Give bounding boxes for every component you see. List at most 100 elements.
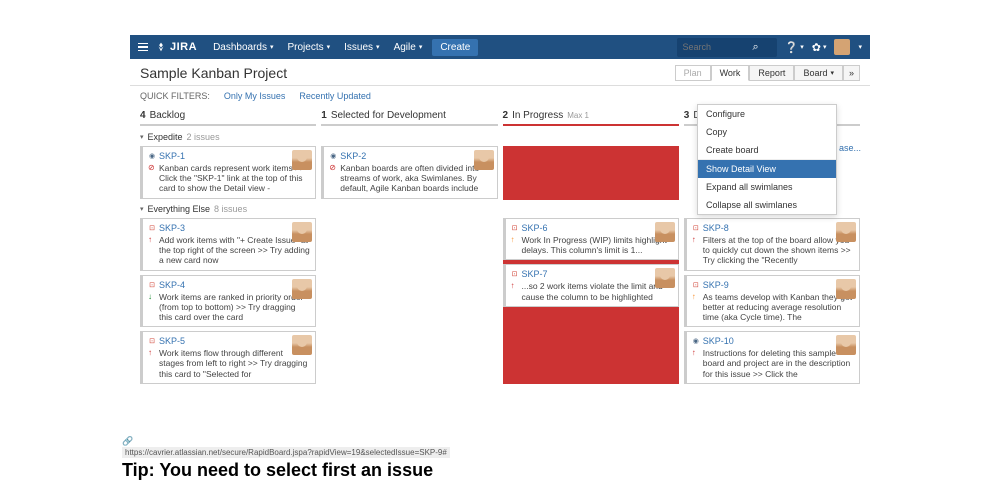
bug-icon: ⊡ xyxy=(692,224,700,232)
card-summary: Work items flow through different stages… xyxy=(159,348,310,379)
kanban-card[interactable]: ⊡ SKP-4 ↓ Work items are ranked in prior… xyxy=(140,275,316,328)
swimlane-count: 2 issues xyxy=(187,132,220,142)
swimlane-column[interactable]: ⊡ SKP-3 ↑ Add work items with "+ Create … xyxy=(140,218,316,384)
nav-item-issues[interactable]: Issues▾ xyxy=(338,38,385,57)
jira-logo[interactable]: JIRA xyxy=(156,41,197,53)
assignee-avatar[interactable] xyxy=(655,222,675,242)
column-count: 3 xyxy=(684,110,690,121)
card-key[interactable]: SKP-7 xyxy=(522,269,548,279)
status-url: https://cavrier.atlassian.net/secure/Rap… xyxy=(122,447,450,458)
card-key[interactable]: SKP-1 xyxy=(159,151,185,161)
column-name: In Progress xyxy=(512,110,563,121)
user-caret[interactable]: ▾ xyxy=(858,43,862,51)
bug-icon: ⊡ xyxy=(511,270,519,278)
expand-button[interactable]: » xyxy=(843,65,860,81)
swimlane-column[interactable]: ◉ SKP-1 ⊘ Kanban cards represent work it… xyxy=(140,146,316,200)
swimlane-count: 8 issues xyxy=(214,204,247,214)
collapse-icon: ▾ xyxy=(140,205,144,213)
column-header: 2In ProgressMax 1 xyxy=(503,110,679,126)
filter-only-my-issues[interactable]: Only My Issues xyxy=(224,91,286,101)
kanban-card[interactable]: ◉ SKP-1 ⊘ Kanban cards represent work it… xyxy=(140,146,316,199)
swimlane-name: Expedite xyxy=(148,132,183,142)
kanban-card[interactable]: ⊡ SKP-3 ↑ Add work items with "+ Create … xyxy=(140,218,316,271)
kanban-card[interactable]: ⊡ SKP-8 ↑ Filters at the top of the boar… xyxy=(684,218,860,271)
nav-item-projects[interactable]: Projects▾ xyxy=(282,38,337,57)
card-key[interactable]: SKP-4 xyxy=(159,280,185,290)
card-summary: Kanban cards represent work items >> Cli… xyxy=(159,163,310,194)
card-key[interactable]: SKP-3 xyxy=(159,223,185,233)
assignee-avatar[interactable] xyxy=(292,150,312,170)
column-name: Backlog xyxy=(150,110,186,121)
story-icon: ◉ xyxy=(329,152,337,160)
column-count: 4 xyxy=(140,110,146,121)
nav-item-agile[interactable]: Agile▾ xyxy=(388,38,429,57)
search-icon[interactable]: ⌕ xyxy=(753,41,759,54)
card-summary: Kanban boards are often divided into str… xyxy=(340,163,491,194)
column-name: Selected for Development xyxy=(331,110,446,121)
card-key[interactable]: SKP-2 xyxy=(340,151,366,161)
assignee-avatar[interactable] xyxy=(292,279,312,299)
menu-item[interactable]: Collapse all swimlanes xyxy=(698,196,836,214)
gear-icon[interactable]: ✿ ▾ xyxy=(812,41,827,54)
swimlane-column[interactable] xyxy=(321,218,497,384)
assignee-avatar[interactable] xyxy=(655,268,675,288)
collapse-icon: ▾ xyxy=(140,133,144,141)
priority-icon: ↑ xyxy=(511,235,519,244)
priority-icon: ↑ xyxy=(692,348,700,357)
user-avatar[interactable] xyxy=(834,39,850,55)
tip-text: Tip: You need to select first an issue xyxy=(122,460,450,481)
assignee-avatar[interactable] xyxy=(836,222,856,242)
chevron-down-icon: ▾ xyxy=(830,69,834,77)
card-key[interactable]: SKP-5 xyxy=(159,336,185,346)
tab-board[interactable]: Board▾ xyxy=(794,65,843,81)
quick-filters-label: QUICK FILTERS: xyxy=(140,91,210,101)
nav-label: Projects xyxy=(288,42,324,53)
card-key[interactable]: SKP-9 xyxy=(703,280,729,290)
kanban-card[interactable]: ◉ SKP-2 ⊘ Kanban boards are often divide… xyxy=(321,146,497,199)
menu-item[interactable]: Show Detail View xyxy=(698,160,836,178)
chevron-down-icon: ▾ xyxy=(327,43,331,51)
swimlane-column[interactable]: ⊡ SKP-8 ↑ Filters at the top of the boar… xyxy=(684,218,860,384)
menu-item[interactable]: Copy xyxy=(698,123,836,141)
story-icon: ◉ xyxy=(692,337,700,345)
tab-work[interactable]: Work xyxy=(711,65,750,81)
chevron-down-icon: ▾ xyxy=(419,43,423,51)
chevron-down-icon: ▾ xyxy=(270,43,274,51)
create-button[interactable]: Create xyxy=(432,39,478,56)
assignee-avatar[interactable] xyxy=(836,279,856,299)
priority-icon: ↑ xyxy=(148,348,156,357)
menu-item[interactable]: Configure xyxy=(698,105,836,123)
swimlane-column[interactable]: ◉ SKP-2 ⊘ Kanban boards are often divide… xyxy=(321,146,497,200)
tab-plan[interactable]: Plan xyxy=(675,65,711,81)
kanban-card[interactable]: ⊡ SKP-7 ↑ ...so 2 work items violate the… xyxy=(503,264,679,306)
menu-item[interactable]: Expand all swimlanes xyxy=(698,178,836,196)
priority-icon: ↑ xyxy=(692,292,700,301)
kanban-card[interactable]: ◉ SKP-10 ↑ Instructions for deleting thi… xyxy=(684,331,860,384)
release-link[interactable]: ase... xyxy=(839,143,861,153)
priority-icon: ⊘ xyxy=(148,163,156,172)
nav-item-dashboards[interactable]: Dashboards▾ xyxy=(207,38,279,57)
search-box[interactable]: ⌕ xyxy=(677,38,777,57)
card-summary: ...so 2 work items violate the limit and… xyxy=(522,281,673,301)
swimlane-column[interactable]: ⊡ SKP-6 ↑ Work In Progress (WIP) limits … xyxy=(503,218,679,384)
assignee-avatar[interactable] xyxy=(836,335,856,355)
priority-icon: ↑ xyxy=(692,235,700,244)
kanban-card[interactable]: ⊡ SKP-6 ↑ Work In Progress (WIP) limits … xyxy=(503,218,679,260)
assignee-avatar[interactable] xyxy=(292,222,312,242)
filter-recently-updated[interactable]: Recently Updated xyxy=(299,91,371,101)
swimlane-column[interactable] xyxy=(503,146,679,200)
help-icon[interactable]: ❔ ▾ xyxy=(785,41,804,54)
menu-icon[interactable] xyxy=(138,43,148,52)
assignee-avatar[interactable] xyxy=(292,335,312,355)
card-key[interactable]: SKP-10 xyxy=(703,336,734,346)
kanban-card[interactable]: ⊡ SKP-9 ↑ As teams develop with Kanban t… xyxy=(684,275,860,328)
assignee-avatar[interactable] xyxy=(474,150,494,170)
card-key[interactable]: SKP-6 xyxy=(522,223,548,233)
menu-item[interactable]: Create board xyxy=(698,141,836,159)
card-key[interactable]: SKP-8 xyxy=(703,223,729,233)
kanban-card[interactable]: ⊡ SKP-5 ↑ Work items flow through differ… xyxy=(140,331,316,384)
tab-report[interactable]: Report xyxy=(749,65,794,81)
board-label: Board xyxy=(803,68,827,78)
bug-icon: ⊡ xyxy=(148,224,156,232)
search-input[interactable] xyxy=(683,42,753,52)
